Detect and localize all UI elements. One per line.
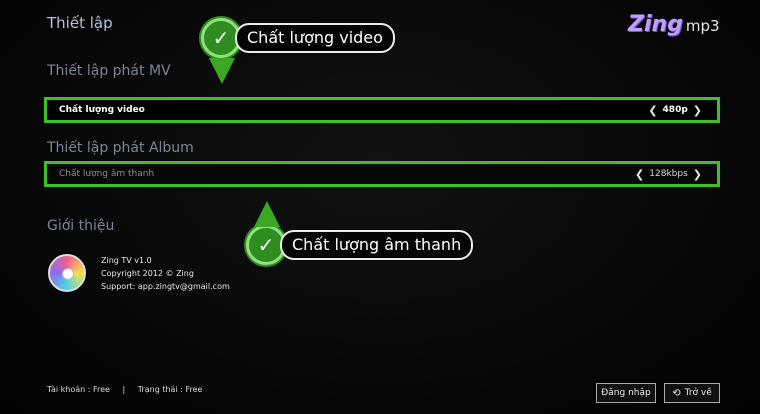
video-callout-label: Chất lượng video: [235, 23, 395, 53]
disc-icon: [48, 254, 86, 292]
chevron-right-icon[interactable]: ❯: [693, 105, 702, 116]
back-button-label: Trở về: [684, 388, 712, 398]
page-title: Thiết lập: [47, 14, 113, 32]
login-button-label: Đăng nhập: [601, 388, 651, 398]
logo-product: mp3: [685, 17, 720, 35]
back-button[interactable]: ⟲ Trở về: [664, 383, 720, 403]
about-info: Zing TV v1.0 Copyright 2012 © Zing Suppo…: [101, 254, 230, 293]
audio-quality-value: 128kbps: [649, 169, 688, 179]
audio-quality-selector[interactable]: ❮ 128kbps ❯: [630, 169, 707, 180]
chevron-right-icon[interactable]: ❯: [693, 169, 702, 180]
audio-quality-row[interactable]: Chất lượng âm thanh ❮ 128kbps ❯: [44, 161, 720, 187]
callout-pointer: [209, 58, 235, 84]
callout-pointer: [254, 201, 280, 227]
login-button[interactable]: Đăng nhập: [596, 383, 656, 403]
video-quality-label: Chất lượng video: [59, 105, 145, 115]
copyright-text: Copyright 2012 © Zing: [101, 269, 194, 278]
app-version: Zing TV v1.0: [101, 256, 152, 265]
zing-mp3-logo: Zing mp3: [628, 12, 720, 37]
chevron-left-icon[interactable]: ❮: [635, 169, 644, 180]
logo-brand: Zing: [628, 12, 683, 37]
account-status: Tài khoản : Free: [47, 385, 110, 394]
video-quality-value: 480p: [662, 105, 688, 115]
chevron-left-icon[interactable]: ❮: [648, 105, 657, 116]
settings-screen: Thiết lập Zing mp3 Thiết lập phát MV Chấ…: [0, 0, 760, 414]
support-email: Support: app.zingtv@gmail.com: [101, 282, 230, 291]
refresh-icon: ⟲: [672, 387, 681, 399]
footer-separator: |: [122, 385, 126, 394]
video-quality-row[interactable]: Chất lượng video ❮ 480p ❯: [44, 97, 720, 123]
section-title-about: Giới thiệu: [47, 218, 115, 234]
section-title-album: Thiết lập phát Album: [47, 140, 194, 156]
audio-quality-label: Chất lượng âm thanh: [59, 169, 155, 179]
plan-status: Trạng thái : Free: [137, 385, 203, 394]
audio-quality-callout: ✓ Chất lượng âm thanh: [246, 201, 474, 265]
video-quality-callout: ✓ Chất lượng video: [201, 18, 395, 84]
section-title-mv: Thiết lập phát MV: [47, 63, 171, 79]
account-status-bar: Tài khoản : Free | Trạng thái : Free: [47, 385, 202, 394]
audio-callout-label: Chất lượng âm thanh: [280, 230, 474, 260]
video-quality-selector[interactable]: ❮ 480p ❯: [643, 105, 707, 116]
